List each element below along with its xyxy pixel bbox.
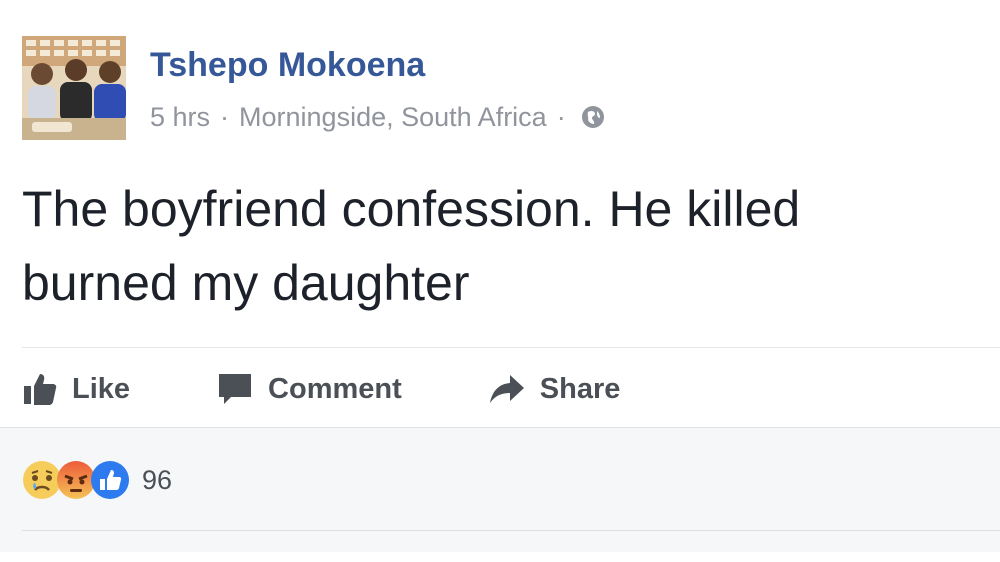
post-timestamp[interactable]: 5 hrs — [150, 100, 210, 134]
post-location[interactable]: Morningside, South Africa — [239, 100, 547, 134]
comments-divider — [22, 530, 1000, 531]
reactions-summary[interactable]: 96 — [22, 460, 172, 500]
share-label: Share — [539, 372, 621, 405]
comment-label: Comment — [268, 372, 402, 405]
meta-separator: · — [556, 102, 566, 132]
post-text-line: burned my daughter — [22, 255, 470, 311]
post-author-name[interactable]: Tshepo Mokoena — [150, 45, 425, 85]
like-reaction-icon — [90, 460, 130, 500]
post-meta: 5 hrs · Morningside, South Africa · — [150, 100, 606, 134]
avatar-photo — [22, 36, 126, 140]
share-arrow-icon — [488, 372, 526, 406]
comment-button[interactable]: Comment — [216, 358, 402, 420]
share-button[interactable]: Share — [488, 358, 621, 420]
thumbs-up-icon — [22, 371, 58, 407]
like-label: Like — [72, 372, 131, 405]
like-button[interactable]: Like — [22, 358, 130, 420]
reactions-bar: 96 — [0, 427, 1000, 552]
globe-icon[interactable] — [580, 104, 606, 130]
action-divider — [22, 347, 1000, 348]
comment-icon — [216, 371, 254, 407]
reaction-count: 96 — [142, 464, 173, 495]
post-actions-bar: Like Comment Share — [22, 358, 620, 420]
profile-avatar[interactable] — [22, 36, 126, 140]
post-text-line: The boyfriend confession. He killed — [22, 181, 801, 237]
post-body-text: The boyfriend confession. He killed burn… — [22, 172, 1000, 320]
meta-separator: · — [220, 102, 230, 132]
